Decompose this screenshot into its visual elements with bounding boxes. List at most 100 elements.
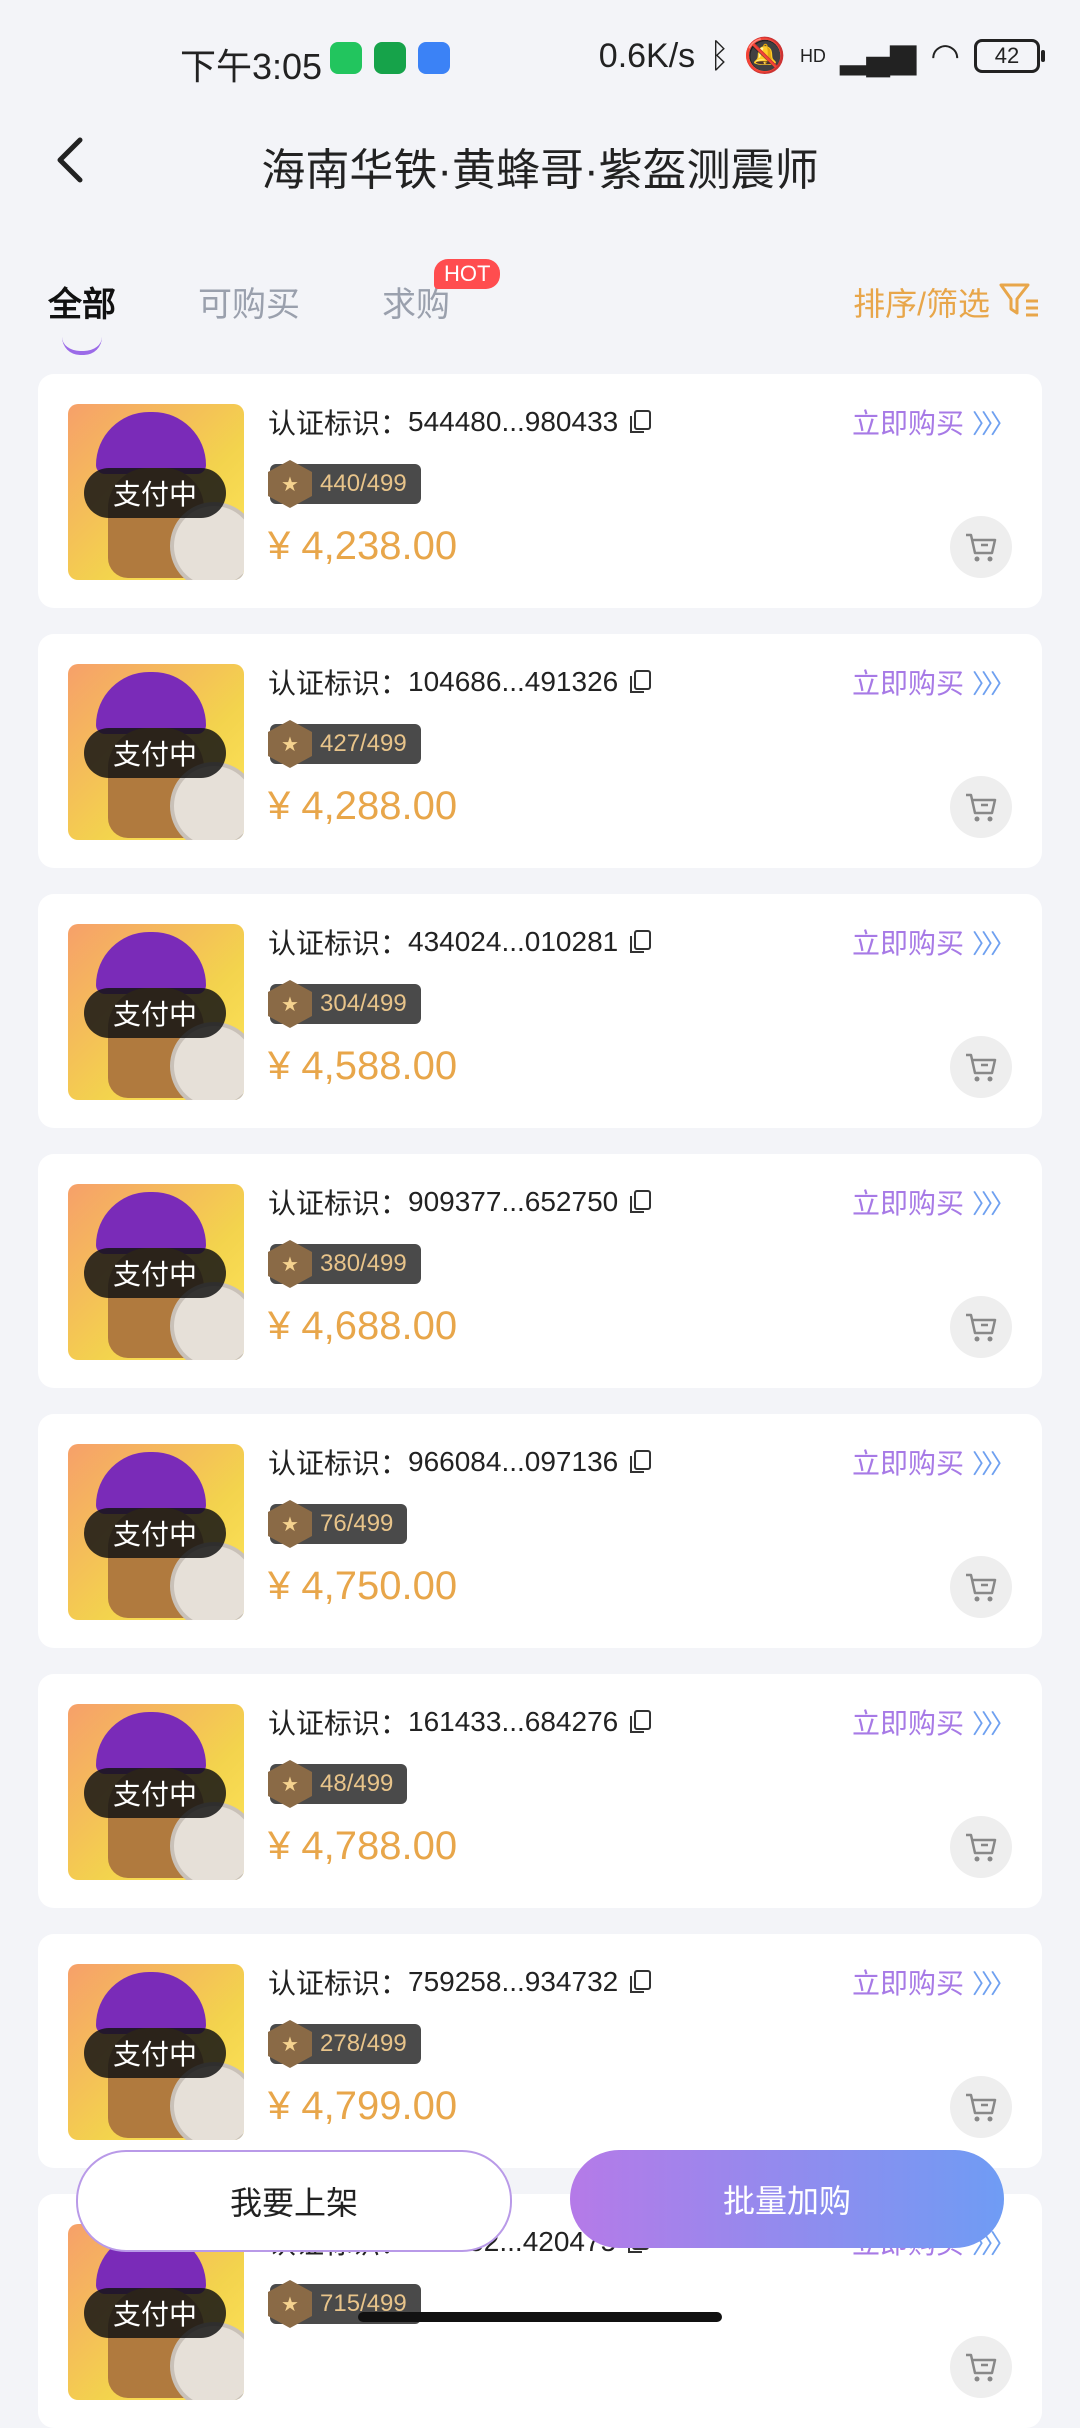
star-hexagon-icon: ★ bbox=[268, 980, 312, 1028]
triple-chevron-icon: 〉〉〉 bbox=[971, 1708, 1016, 1739]
cert-row: 认证标识： 434024...010281 bbox=[268, 922, 652, 962]
price: ¥ 4,238.00 bbox=[268, 524, 458, 568]
list-item[interactable]: 支付中 认证标识： 104686...491326 ★ 427/499 ¥ 4,… bbox=[38, 634, 1042, 868]
list-item[interactable]: 支付中 认证标识： 966084...097136 ★ 76/499 ¥ 4,7… bbox=[38, 1414, 1042, 1648]
list-item[interactable]: 支付中 认证标识： 909377...652750 ★ 380/499 ¥ 4,… bbox=[38, 1154, 1042, 1388]
triple-chevron-icon: 〉〉〉 bbox=[971, 668, 1016, 699]
cert-id: 966084...097136 bbox=[408, 1446, 619, 1477]
add-to-cart-button[interactable] bbox=[950, 2076, 1012, 2138]
price: ¥ 4,688.00 bbox=[268, 1304, 458, 1348]
buy-now-label: 立即购买 bbox=[851, 1968, 964, 1999]
nft-thumbnail[interactable]: 支付中 bbox=[68, 404, 244, 580]
nft-thumbnail[interactable]: 支付中 bbox=[68, 924, 244, 1100]
list-item[interactable]: 支付中 认证标识： 161433...684276 ★ 48/499 ¥ 4,7… bbox=[38, 1674, 1042, 1908]
cert-row: 认证标识： 966084...097136 bbox=[268, 1442, 652, 1482]
triple-chevron-icon: 〉〉〉 bbox=[971, 1188, 1016, 1219]
star-hexagon-icon: ★ bbox=[268, 2020, 312, 2068]
copy-icon[interactable] bbox=[628, 1189, 652, 1215]
cert-label: 认证标识： bbox=[268, 1448, 409, 1479]
filter-icon[interactable] bbox=[998, 279, 1040, 321]
add-to-cart-button[interactable] bbox=[950, 1296, 1012, 1358]
list-item[interactable]: 支付中 认证标识： 434024...010281 ★ 304/499 ¥ 4,… bbox=[38, 894, 1042, 1128]
copy-icon[interactable] bbox=[628, 1709, 652, 1735]
copy-icon[interactable] bbox=[628, 669, 652, 695]
cert-id: 759258...934732 bbox=[408, 1966, 619, 1997]
tab-all[interactable]: 全部 bbox=[48, 277, 116, 326]
mute-bell-icon: 🔕 bbox=[743, 37, 786, 75]
nft-thumbnail[interactable]: 支付中 bbox=[68, 664, 244, 840]
cart-icon bbox=[966, 1053, 997, 1082]
cert-id: 104686...491326 bbox=[408, 666, 619, 697]
sort-filter-button[interactable]: 排序/筛选 bbox=[853, 279, 990, 325]
triple-chevron-icon: 〉〉〉 bbox=[971, 928, 1016, 959]
edition-badge: ★ 304/499 bbox=[268, 980, 421, 1028]
paying-status-badge: 支付中 bbox=[84, 468, 226, 518]
buy-now-button[interactable]: 立即购买 〉〉〉 bbox=[851, 1442, 1016, 1482]
wifi-icon: ◠ bbox=[930, 37, 960, 75]
star-hexagon-icon: ★ bbox=[268, 1760, 312, 1808]
nft-thumbnail[interactable]: 支付中 bbox=[68, 1184, 244, 1360]
network-speed: 0.6K/s bbox=[598, 36, 696, 75]
buy-now-label: 立即购买 bbox=[851, 1448, 964, 1479]
price: ¥ 4,799.00 bbox=[268, 2084, 458, 2128]
cert-row: 认证标识： 759258...934732 bbox=[268, 1962, 652, 2002]
copy-icon[interactable] bbox=[628, 409, 652, 435]
nft-thumbnail[interactable]: 支付中 bbox=[68, 1704, 244, 1880]
cart-icon bbox=[966, 533, 997, 562]
cert-label: 认证标识： bbox=[268, 1968, 409, 1999]
triple-chevron-icon: 〉〉〉 bbox=[971, 1448, 1016, 1479]
paying-status-badge: 支付中 bbox=[84, 1508, 226, 1558]
phone-icon bbox=[374, 42, 406, 74]
paying-status-badge: 支付中 bbox=[84, 2028, 226, 2078]
copy-icon[interactable] bbox=[628, 1449, 652, 1475]
battery-level: 42 bbox=[994, 43, 1020, 68]
buy-now-button[interactable]: 立即购买 〉〉〉 bbox=[851, 1182, 1016, 1222]
buy-now-button[interactable]: 立即购买 〉〉〉 bbox=[851, 1962, 1016, 2002]
app-notification-icon bbox=[418, 42, 450, 74]
buy-now-button[interactable]: 立即购买 〉〉〉 bbox=[852, 1702, 1016, 1742]
list-item-for-sale-button[interactable]: 我要上架 bbox=[76, 2150, 512, 2252]
star-hexagon-icon: ★ bbox=[268, 460, 312, 508]
paying-status-badge: 支付中 bbox=[84, 728, 226, 778]
star-hexagon-icon: ★ bbox=[268, 1240, 312, 1288]
cert-id: 161433...684276 bbox=[408, 1706, 619, 1737]
list-item[interactable]: 支付中 认证标识： 759258...934732 ★ 278/499 ¥ 4,… bbox=[38, 1934, 1042, 2168]
edition-number: 440/499 bbox=[320, 470, 407, 497]
buy-now-label: 立即购买 bbox=[851, 1188, 964, 1219]
nft-thumbnail[interactable]: 支付中 bbox=[68, 1964, 244, 2140]
buy-now-label: 立即购买 bbox=[851, 928, 964, 959]
add-to-cart-button[interactable] bbox=[950, 1036, 1012, 1098]
star-hexagon-icon: ★ bbox=[268, 720, 312, 768]
signal-hd-icon: HD bbox=[799, 45, 826, 66]
cart-icon bbox=[966, 2093, 997, 2122]
battery-icon: 42 bbox=[974, 39, 1045, 73]
add-to-cart-button[interactable] bbox=[950, 1816, 1012, 1878]
tab-available[interactable]: 可购买 bbox=[198, 277, 300, 326]
edition-badge: ★ 380/499 bbox=[268, 1240, 421, 1288]
add-to-cart-button[interactable] bbox=[950, 516, 1012, 578]
star-hexagon-icon: ★ bbox=[268, 1500, 312, 1548]
copy-icon[interactable] bbox=[628, 1969, 652, 1995]
edition-badge: ★ 427/499 bbox=[268, 720, 421, 768]
buy-now-button[interactable]: 立即购买 〉〉〉 bbox=[851, 922, 1016, 962]
add-to-cart-button[interactable] bbox=[950, 2336, 1012, 2398]
add-to-cart-button[interactable] bbox=[950, 776, 1012, 838]
edition-badge: ★ 278/499 bbox=[268, 2020, 421, 2068]
page-title: 海南华铁·黄蜂哥·紫盔测震师 bbox=[261, 146, 819, 195]
active-tab-indicator bbox=[62, 337, 102, 355]
cert-id: 434024...010281 bbox=[408, 926, 619, 957]
cert-label: 认证标识： bbox=[268, 928, 409, 959]
wechat-icon bbox=[330, 42, 362, 74]
price: ¥ 4,588.00 bbox=[268, 1044, 458, 1088]
cert-id: 909377...652750 bbox=[408, 1186, 619, 1217]
bluetooth-icon: ᛒ bbox=[709, 36, 730, 75]
add-to-cart-button[interactable] bbox=[950, 1556, 1012, 1618]
buy-now-button[interactable]: 立即购买 〉〉〉 bbox=[852, 662, 1016, 702]
nft-thumbnail[interactable]: 支付中 bbox=[68, 1444, 244, 1620]
copy-icon[interactable] bbox=[628, 929, 652, 955]
buy-now-button[interactable]: 立即购买 〉〉〉 bbox=[852, 402, 1016, 442]
edition-number: 76/499 bbox=[320, 1510, 394, 1537]
batch-add-button[interactable]: 批量加购 bbox=[570, 2150, 1004, 2248]
cart-icon bbox=[966, 793, 997, 822]
list-item[interactable]: 支付中 认证标识： 544480...980433 ★ 440/499 ¥ 4,… bbox=[38, 374, 1042, 608]
